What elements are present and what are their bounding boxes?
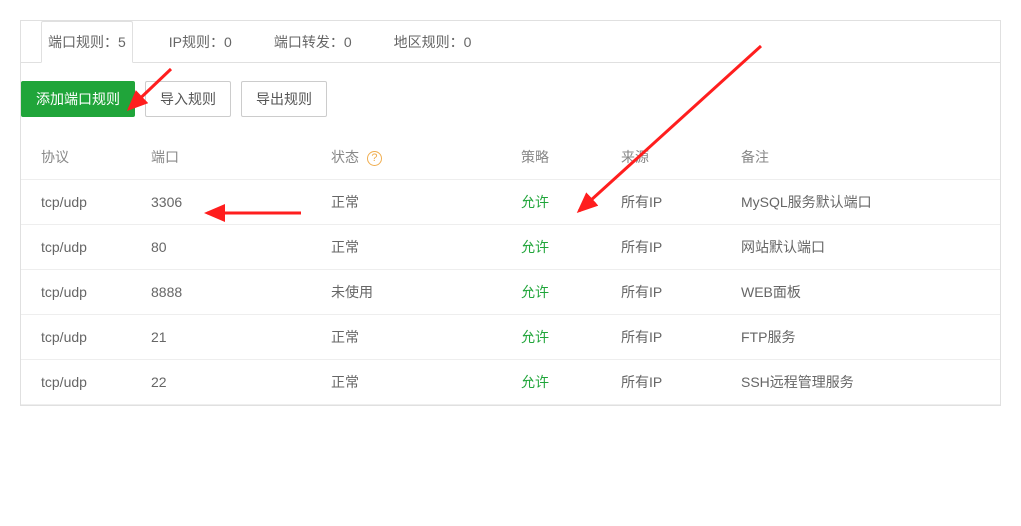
col-port: 端口 [141,135,321,180]
tab-label: 端口规则 [48,32,104,52]
cell-protocol: tcp/udp [21,360,141,405]
cell-status: 正常 [321,360,511,405]
firewall-panel: 端口规则 ： 5 IP规则 ： 0 端口转发 ： 0 地区规则 ： 0 添加端口… [20,20,1001,406]
tab-count: 0 [464,34,472,50]
cell-port: 21 [141,315,321,360]
col-protocol: 协议 [21,135,141,180]
table-row[interactable]: tcp/udp22正常允许所有IPSSH远程管理服务 [21,360,1000,405]
cell-protocol: tcp/udp [21,270,141,315]
tab-count: 0 [344,34,352,50]
cell-status: 未使用 [321,270,511,315]
tab-port-rules[interactable]: 端口规则 ： 5 [41,21,133,63]
cell-port: 8888 [141,270,321,315]
cell-status: 正常 [321,315,511,360]
cell-note: SSH远程管理服务 [731,360,1000,405]
tab-ip-rules[interactable]: IP规则 ： 0 [163,21,238,62]
tab-label: IP规则 [169,32,210,52]
tab-region-rules[interactable]: 地区规则 ： 0 [388,21,478,62]
table-row[interactable]: tcp/udp80正常允许所有IP网站默认端口 [21,225,1000,270]
cell-policy: 允许 [511,270,611,315]
cell-protocol: tcp/udp [21,225,141,270]
table-row[interactable]: tcp/udp21正常允许所有IPFTP服务 [21,315,1000,360]
cell-source: 所有IP [611,270,731,315]
col-note: 备注 [731,135,1000,180]
tab-count: 5 [118,34,126,50]
cell-policy: 允许 [511,360,611,405]
cell-note: MySQL服务默认端口 [731,180,1000,225]
cell-protocol: tcp/udp [21,315,141,360]
cell-note: 网站默认端口 [731,225,1000,270]
toolbar: 添加端口规则 导入规则 导出规则 [21,63,1000,135]
table-row[interactable]: tcp/udp3306正常允许所有IPMySQL服务默认端口 [21,180,1000,225]
cell-port: 80 [141,225,321,270]
cell-status: 正常 [321,180,511,225]
cell-protocol: tcp/udp [21,180,141,225]
rules-table: 协议 端口 状态 ? 策略 来源 备注 tcp/udp3306正常允许所有IPM… [21,135,1000,405]
tab-label: 地区规则 [394,32,450,52]
cell-port: 3306 [141,180,321,225]
cell-policy: 允许 [511,180,611,225]
table-header-row: 协议 端口 状态 ? 策略 来源 备注 [21,135,1000,180]
cell-policy: 允许 [511,225,611,270]
cell-policy: 允许 [511,315,611,360]
rule-tabs: 端口规则 ： 5 IP规则 ： 0 端口转发 ： 0 地区规则 ： 0 [21,21,1000,63]
col-source: 来源 [611,135,731,180]
cell-source: 所有IP [611,360,731,405]
cell-note: WEB面板 [731,270,1000,315]
col-policy: 策略 [511,135,611,180]
import-rules-button[interactable]: 导入规则 [145,81,231,117]
table-row[interactable]: tcp/udp8888未使用允许所有IPWEB面板 [21,270,1000,315]
help-icon[interactable]: ? [367,151,382,166]
add-port-rule-button[interactable]: 添加端口规则 [21,81,135,117]
cell-status: 正常 [321,225,511,270]
export-rules-button[interactable]: 导出规则 [241,81,327,117]
cell-port: 22 [141,360,321,405]
cell-note: FTP服务 [731,315,1000,360]
tab-count: 0 [224,34,232,50]
cell-source: 所有IP [611,225,731,270]
content-area: 添加端口规则 导入规则 导出规则 协议 端口 状态 ? 策略 来源 备注 tcp… [21,63,1000,405]
tab-port-forward[interactable]: 端口转发 ： 0 [268,21,358,62]
cell-source: 所有IP [611,180,731,225]
cell-source: 所有IP [611,315,731,360]
col-status: 状态 ? [321,135,511,180]
tab-label: 端口转发 [274,32,330,52]
